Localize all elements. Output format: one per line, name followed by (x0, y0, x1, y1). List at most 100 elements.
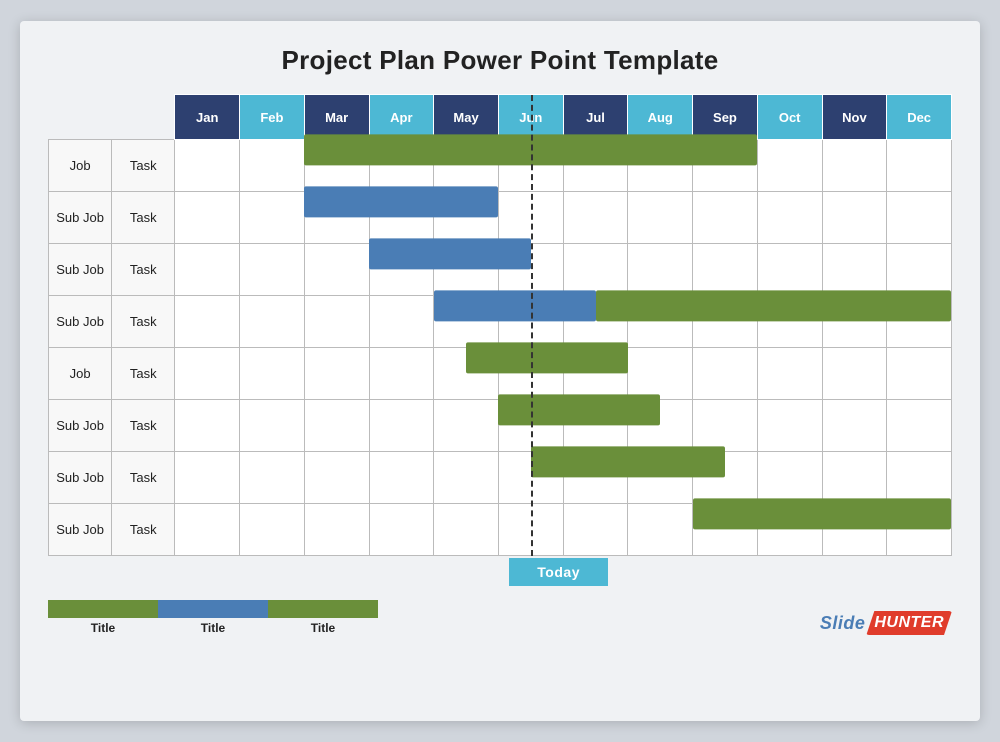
gantt-cell (175, 348, 240, 400)
gantt-cell (822, 244, 887, 296)
gantt-cell (822, 140, 887, 192)
gantt-bar (369, 238, 531, 269)
header-month-jul: Jul (563, 95, 628, 140)
legend-label: Title (311, 621, 335, 635)
gantt-cell (822, 348, 887, 400)
header-lbl1 (49, 95, 112, 140)
gantt-bar (531, 446, 725, 477)
gantt-cell (369, 400, 434, 452)
gantt-cell (369, 296, 434, 348)
gantt-bar (434, 290, 596, 321)
gantt-cell (563, 244, 628, 296)
header-month-feb: Feb (240, 95, 305, 140)
gantt-bar (596, 290, 952, 321)
legend-row: Title Title Title Slide HUNTER (48, 600, 952, 635)
gantt-cell (304, 400, 369, 452)
legend-bar (48, 600, 158, 618)
gantt-cell (175, 140, 240, 192)
gantt-row: Sub JobTask (49, 452, 952, 504)
gantt-cell (887, 452, 952, 504)
gantt-cell (693, 244, 758, 296)
gantt-cell (628, 504, 693, 556)
gantt-bar (304, 134, 757, 165)
gantt-cell (887, 400, 952, 452)
row-label2: Task (112, 296, 175, 348)
gantt-cell (240, 140, 305, 192)
row-label2: Task (112, 452, 175, 504)
gantt-cell (175, 296, 240, 348)
gantt-cell (498, 504, 563, 556)
gantt-cell (628, 244, 693, 296)
gantt-cell (434, 504, 499, 556)
gantt-cell (757, 348, 822, 400)
header-month-mar: Mar (304, 95, 369, 140)
row-label2: Task (112, 192, 175, 244)
row-label2: Task (112, 504, 175, 556)
header-month-dec: Dec (887, 95, 952, 140)
gantt-bar (498, 394, 660, 425)
logo-slide: Slide (820, 613, 866, 634)
slide: Project Plan Power Point Template (20, 21, 980, 721)
gantt-cell (240, 244, 305, 296)
gantt-cell (240, 192, 305, 244)
gantt-bar (304, 186, 498, 217)
gantt-cell (304, 452, 369, 504)
gantt-cell (304, 504, 369, 556)
gantt-cell (304, 348, 369, 400)
row-label2: Task (112, 348, 175, 400)
gantt-cell (240, 400, 305, 452)
row-label1: Sub Job (49, 192, 112, 244)
gantt-cell (240, 348, 305, 400)
legend-items: Title Title Title (48, 600, 378, 635)
row-label2: Task (112, 140, 175, 192)
row-label1: Sub Job (49, 452, 112, 504)
gantt-cell (434, 400, 499, 452)
today-button: Today (509, 558, 608, 586)
gantt-cell (434, 452, 499, 504)
gantt-cell (757, 400, 822, 452)
gantt-cell (887, 348, 952, 400)
row-label1: Sub Job (49, 504, 112, 556)
gantt-cell (887, 244, 952, 296)
gantt-cell (563, 504, 628, 556)
logo: Slide HUNTER (820, 611, 952, 635)
legend-item: Title (268, 600, 378, 635)
gantt-cell (304, 244, 369, 296)
header-month-aug: Aug (628, 95, 693, 140)
gantt-cell (757, 140, 822, 192)
gantt-cell (822, 192, 887, 244)
gantt-cell (563, 192, 628, 244)
gantt-cell (693, 192, 758, 244)
gantt-cell (175, 244, 240, 296)
gantt-cell (175, 452, 240, 504)
legend-label: Title (201, 621, 225, 635)
gantt-cell (628, 192, 693, 244)
gantt-cell (887, 192, 952, 244)
gantt-cell (757, 452, 822, 504)
gantt-cell (757, 244, 822, 296)
gantt-cell (822, 400, 887, 452)
row-label1: Job (49, 140, 112, 192)
gantt-cell (175, 192, 240, 244)
gantt-container: JanFebMarAprMayJunJulAugSepOctNovDec Job… (48, 94, 952, 556)
header-month-sep: Sep (693, 95, 758, 140)
gantt-cell (498, 192, 563, 244)
legend-label: Title (91, 621, 115, 635)
gantt-cell (628, 348, 693, 400)
header-month-apr: Apr (369, 95, 434, 140)
gantt-cell (693, 348, 758, 400)
slide-title: Project Plan Power Point Template (48, 45, 952, 76)
gantt-cell (757, 192, 822, 244)
gantt-cell (887, 140, 952, 192)
gantt-cell (240, 296, 305, 348)
legend-item: Title (48, 600, 158, 635)
gantt-bar (466, 342, 628, 373)
header-month-nov: Nov (822, 95, 887, 140)
gantt-cell (822, 452, 887, 504)
gantt-cell (369, 504, 434, 556)
logo-hunter: HUNTER (866, 611, 952, 635)
header-lbl2 (112, 95, 175, 140)
gantt-cell (369, 348, 434, 400)
header-month-jan: Jan (175, 95, 240, 140)
legend-item: Title (158, 600, 268, 635)
